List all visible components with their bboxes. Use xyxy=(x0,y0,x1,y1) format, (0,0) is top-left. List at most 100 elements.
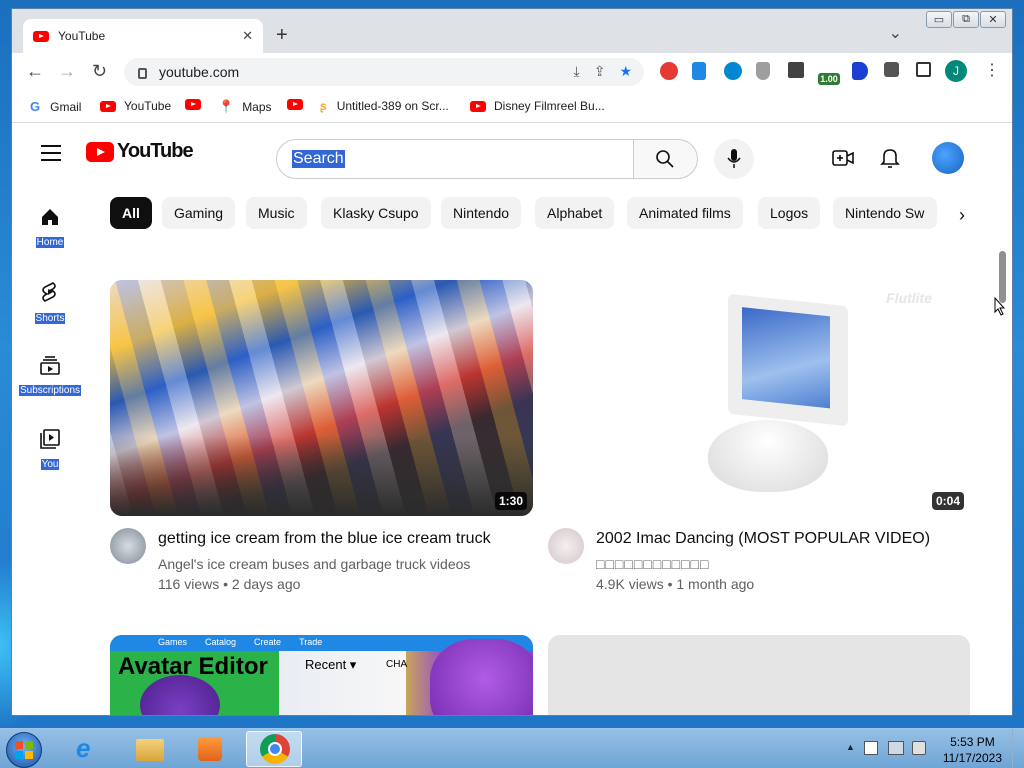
page-scrollbar-thumb[interactable] xyxy=(999,251,1006,303)
tab-search-chevron-icon[interactable]: ⌄ xyxy=(889,23,902,43)
video-thumbnail-placeholder[interactable] xyxy=(548,635,970,715)
internet-explorer-taskbar[interactable]: e xyxy=(62,731,118,767)
search-input[interactable]: Search xyxy=(276,139,634,179)
side-panel-icon[interactable] xyxy=(916,62,931,77)
channel-avatar[interactable] xyxy=(548,528,584,564)
youtube-icon xyxy=(287,99,303,110)
restore-button[interactable]: ⧉ xyxy=(953,11,979,28)
menu-text: Create xyxy=(254,637,282,647)
video-title[interactable]: getting ice cream from the blue ice crea… xyxy=(158,530,491,548)
youtube-logo[interactable]: YouTube xyxy=(86,140,194,163)
chip-alphabet[interactable]: Alphabet xyxy=(535,197,615,229)
show-desktop-button[interactable] xyxy=(1012,729,1024,768)
video-stats: 4.9K views • 1 month ago xyxy=(596,576,755,592)
subscriptions-icon xyxy=(40,356,60,375)
forward-button[interactable]: → xyxy=(58,61,76,81)
url-text: youtube.com xyxy=(159,64,240,80)
channel-name[interactable]: □□□□□□□□□□□□ xyxy=(596,554,709,574)
extension-tools-icon[interactable] xyxy=(788,62,804,78)
action-center-flag-icon[interactable] xyxy=(864,741,878,755)
recent-text: Recent ▾ xyxy=(305,657,357,672)
clock[interactable]: 5:53 PM 11/17/2023 xyxy=(943,734,1002,766)
channel-name[interactable]: Angel's ice cream buses and garbage truc… xyxy=(158,554,470,574)
bookmark-youtube-2[interactable] xyxy=(185,99,209,110)
extension-doc-icon[interactable] xyxy=(692,62,706,80)
bookmark-star-icon[interactable]: ★ xyxy=(619,63,632,80)
extension-red-icon[interactable] xyxy=(660,62,678,80)
chrome-menu-icon[interactable]: ⋮ xyxy=(984,61,1000,81)
back-button[interactable]: ← xyxy=(26,61,44,81)
minimize-button[interactable]: ▭ xyxy=(926,11,952,28)
bookmark-label: Maps xyxy=(242,100,272,114)
channel-avatar[interactable] xyxy=(110,528,146,564)
start-button[interactable] xyxy=(6,732,42,768)
install-app-icon[interactable]: ⤓ xyxy=(574,63,580,80)
video-duration: 1:30 xyxy=(494,492,527,510)
menu-text: Catalog xyxy=(205,637,237,647)
share-icon[interactable]: ⇪ xyxy=(594,63,606,80)
chip-all[interactable]: All xyxy=(110,197,152,229)
voice-search-button[interactable] xyxy=(714,139,754,179)
thumbnail-shadow xyxy=(110,436,533,516)
lock-icon xyxy=(138,67,147,79)
extensions-puzzle-icon[interactable] xyxy=(884,62,899,77)
video-title[interactable]: 2002 Imac Dancing (MOST POPULAR VIDEO) xyxy=(596,530,930,548)
bookmark-gmail[interactable]: G Gmail xyxy=(30,99,81,114)
close-tab-icon[interactable]: ✕ xyxy=(242,28,253,44)
bookmark-maps[interactable]: 📍 Maps xyxy=(218,99,272,115)
sidebar-label: Shorts xyxy=(34,313,66,324)
chip-nintendo-switch[interactable]: Nintendo Sw xyxy=(833,197,937,229)
bookmark-label: Disney Filmreel Bu... xyxy=(494,99,605,113)
tab-youtube[interactable]: YouTube ✕ xyxy=(23,19,263,53)
chip-music[interactable]: Music xyxy=(246,197,307,229)
bookmark-disney[interactable]: Disney Filmreel Bu... xyxy=(470,99,605,113)
profile-avatar[interactable]: J xyxy=(945,60,967,82)
mouse-cursor-icon xyxy=(994,297,1006,316)
volume-muted-icon[interactable] xyxy=(912,741,926,755)
video-thumbnail[interactable]: Games Catalog Create Trade Avatar Editor… xyxy=(110,635,533,715)
chevron-right-icon[interactable]: › xyxy=(959,205,965,226)
bookmark-youtube-3[interactable] xyxy=(287,99,311,110)
youtube-icon xyxy=(185,99,201,110)
bookmark-scratch[interactable]: ʂ Untitled-389 on Scr... xyxy=(320,99,449,113)
new-tab-button[interactable]: + xyxy=(276,25,288,45)
extension-badge[interactable]: 1.00 xyxy=(818,73,840,85)
chip-nintendo[interactable]: Nintendo xyxy=(441,197,522,229)
video-thumbnail[interactable]: 1:30 xyxy=(110,280,533,516)
video-thumbnail[interactable]: Flutlite 0:04 xyxy=(548,280,970,516)
search-icon xyxy=(656,150,674,168)
chip-logos[interactable]: Logos xyxy=(758,197,821,229)
extension-shield-icon[interactable] xyxy=(756,62,770,80)
media-player-taskbar[interactable] xyxy=(182,731,238,767)
sidebar-item-you[interactable]: You xyxy=(12,429,88,472)
search-button[interactable] xyxy=(634,139,698,179)
create-video-icon[interactable] xyxy=(832,149,854,167)
sidebar-item-home[interactable]: Home xyxy=(12,207,88,250)
notifications-bell-icon[interactable] xyxy=(880,147,900,169)
microphone-icon xyxy=(727,149,741,168)
chrome-taskbar[interactable] xyxy=(246,731,302,767)
bookmark-youtube[interactable]: YouTube xyxy=(100,99,171,113)
reload-button[interactable]: ↻ xyxy=(92,61,107,81)
address-bar[interactable]: youtube.com ⤓ ⇪ ★ xyxy=(124,58,644,86)
tray-expand-icon[interactable]: ▲ xyxy=(846,742,855,752)
extension-blue-icon[interactable] xyxy=(724,62,742,80)
chip-gaming[interactable]: Gaming xyxy=(162,197,236,229)
sidebar-label: Subscriptions xyxy=(18,385,82,396)
close-window-button[interactable]: ✕ xyxy=(980,11,1006,28)
library-icon xyxy=(40,429,60,449)
network-icon[interactable] xyxy=(888,741,904,755)
watermark-text: Flutlite xyxy=(886,290,932,306)
imac-base xyxy=(708,420,828,492)
search-text: Search xyxy=(292,150,345,168)
sidebar-item-subscriptions[interactable]: Subscriptions xyxy=(12,355,88,398)
folder-icon xyxy=(136,739,164,761)
chip-animated-films[interactable]: Animated films xyxy=(627,197,743,229)
hamburger-menu-icon[interactable] xyxy=(41,145,61,166)
google-icon: G xyxy=(30,99,41,114)
extension-arrow-icon[interactable] xyxy=(852,62,868,80)
explorer-taskbar[interactable] xyxy=(122,731,178,767)
chip-klasky-csupo[interactable]: Klasky Csupo xyxy=(321,197,431,229)
sidebar-item-shorts[interactable]: Shorts xyxy=(12,281,88,326)
account-avatar[interactable] xyxy=(932,142,964,174)
